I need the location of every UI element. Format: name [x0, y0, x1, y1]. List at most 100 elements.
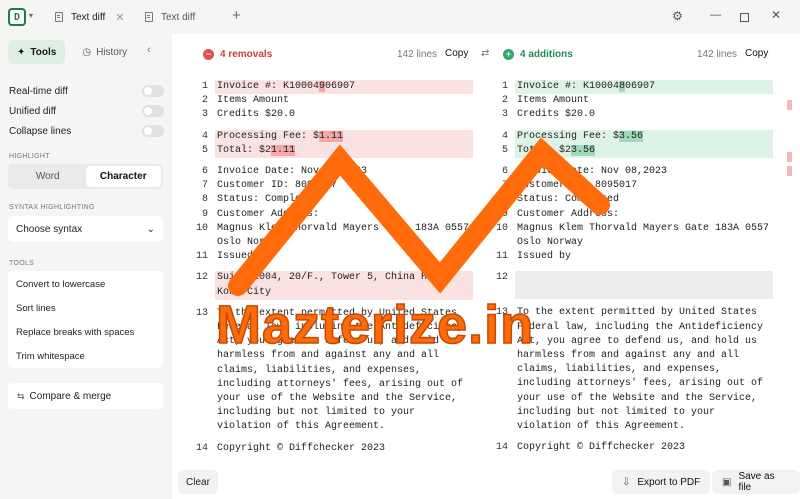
diff-line[interactable]: 8 Status: Completed — [493, 193, 773, 207]
tool-trim-whitespace[interactable]: Trim whitespace — [16, 351, 85, 362]
line-text: Invoice Date: Nov 08,2023 — [215, 165, 473, 179]
tool-convert-lowercase[interactable]: Convert to lowercase — [16, 279, 105, 290]
diff-line[interactable]: 5 Total: $23.56 — [493, 143, 773, 159]
removed-line-text: Total: $21.11 — [215, 143, 473, 159]
diff-line[interactable]: 10 Magnus Klem Thorvald Mayers Gate 183A … — [493, 222, 773, 250]
text-segment: Processing Fee: $ — [217, 130, 320, 142]
diff-line[interactable]: 10 Magnus Klem Thorvald Mayers Gate 183A … — [193, 222, 473, 250]
text-segment: Credits $20.0 — [217, 109, 296, 121]
close-tab-icon[interactable]: ✕ — [115, 11, 124, 24]
new-tab-button[interactable]: + — [232, 7, 241, 24]
tool-replace-breaks[interactable]: Replace breaks with spaces — [16, 327, 134, 338]
additions-summary: 4 additions — [520, 48, 573, 60]
right-diff-pane[interactable]: 1 Invoice #: K10004806907 2 Items Amount 3 Cr… — [493, 80, 773, 455]
syntax-select[interactable]: Choose syntax ⌄ — [8, 216, 163, 242]
diff-line[interactable]: 14 Copyright © Diffchecker 2023 — [493, 441, 773, 455]
tools-list: Convert to lowercase Sort lines Replace … — [8, 271, 163, 368]
minimize-button[interactable]: — — [710, 9, 721, 21]
line-text: Copyright © Diffchecker 2023 — [515, 441, 773, 455]
tab-text-diff-2[interactable]: Text diff — [145, 8, 195, 26]
left-pane-header: − 4 removals — [203, 44, 272, 64]
changed-chars: 3.56 — [571, 144, 596, 156]
line-text: Issued by — [515, 250, 773, 264]
unified-diff-switch[interactable] — [142, 105, 164, 117]
diff-line[interactable]: 3 Credits $20.0 — [493, 108, 773, 122]
toggle-label: Unified diff — [9, 105, 57, 117]
compare-merge-button[interactable]: ⇆ Compare & merge — [8, 383, 163, 409]
line-number: 14 — [195, 442, 208, 454]
line-number: 4 — [501, 130, 508, 142]
diff-line[interactable]: 8 Status: Completed — [193, 193, 473, 207]
line-number: 14 — [495, 442, 508, 454]
line-text: Credits $20.0 — [515, 108, 773, 122]
diff-line[interactable]: 1 Invoice #: K10004806907 — [493, 80, 773, 95]
diff-line[interactable]: 11 Issued by — [493, 250, 773, 264]
text-segment: Customer ID: 8095017 — [517, 180, 638, 192]
text-segment: Customer Address: — [217, 208, 320, 220]
diff-line[interactable]: 3 Credits $20.0 — [193, 108, 473, 122]
diff-line[interactable]: 4 Processing Fee: $1.11 — [193, 129, 473, 144]
line-text: Status: Completed — [215, 193, 473, 207]
clear-button[interactable]: Clear — [178, 470, 218, 494]
syntax-select-value: Choose syntax — [16, 223, 83, 235]
toggle-collapse-lines[interactable]: Collapse lines — [9, 123, 164, 139]
compare-icon: ⇆ — [17, 390, 25, 401]
line-number: 10 — [195, 222, 208, 234]
diff-line[interactable]: 2 Items Amount — [493, 94, 773, 108]
maximize-button[interactable] — [740, 13, 749, 22]
left-copy-button[interactable]: Copy — [445, 48, 468, 59]
diff-line[interactable]: 6 Invoice Date: Nov 08,2023 — [493, 165, 773, 179]
collapse-lines-switch[interactable] — [142, 125, 164, 137]
save-file-button[interactable]: ▣ Save as file — [712, 470, 800, 494]
changed-chars: 3.56 — [619, 130, 644, 142]
toggle-unified-diff[interactable]: Unified diff — [9, 103, 164, 119]
diff-line[interactable]: 5 Total: $21.11 — [193, 143, 473, 159]
line-text: Customer Address: — [215, 208, 473, 222]
line-number: 3 — [201, 109, 208, 121]
text-segment: Status: Completed — [217, 194, 320, 206]
swap-icon[interactable]: ⇄ — [481, 48, 489, 59]
text-segment: Items Amount — [217, 95, 290, 107]
realtime-diff-switch[interactable] — [142, 85, 164, 97]
line-text: Items Amount — [215, 94, 473, 108]
text-segment: Copyright © Diffchecker 2023 — [217, 442, 386, 454]
diff-line[interactable]: 1 Invoice #: K10004906907 — [193, 80, 473, 95]
diff-line[interactable]: 14 Copyright © Diffchecker 2023 — [193, 442, 473, 456]
collapse-sidebar-icon[interactable]: ‹ — [147, 44, 151, 56]
line-number: 7 — [501, 180, 508, 192]
app-logo-icon[interactable]: D — [8, 8, 26, 26]
chevron-down-icon[interactable]: ▾ — [29, 11, 33, 20]
diff-line[interactable]: 6 Invoice Date: Nov 08,2023 — [193, 165, 473, 179]
tool-sort-lines[interactable]: Sort lines — [16, 303, 56, 314]
sidebar-tabs: ✦ Tools ◷ History — [8, 40, 136, 64]
export-pdf-button[interactable]: ⇩ Export to PDF — [612, 470, 711, 494]
settings-gear-icon[interactable]: ⚙ — [672, 9, 683, 23]
right-copy-button[interactable]: Copy — [745, 48, 768, 59]
line-number: 8 — [201, 194, 208, 206]
diff-line[interactable]: 9 Customer Address: — [493, 208, 773, 222]
highlight-character-option[interactable]: Character — [85, 166, 161, 187]
tab-history[interactable]: ◷ History — [73, 40, 136, 64]
toggle-realtime-diff[interactable]: Real-time diff — [9, 83, 164, 99]
tab-tools[interactable]: ✦ Tools — [8, 40, 66, 64]
diff-line[interactable]: 11 Issued by — [193, 250, 473, 264]
left-diff-pane[interactable]: 1 Invoice #: K10004906907 2 Items Amount 3 Cr… — [193, 80, 473, 456]
close-window-button[interactable]: ✕ — [771, 8, 781, 22]
watermark-text: Mazterize.in — [215, 294, 535, 356]
diff-line[interactable]: 7 Customer ID: 8095017 — [493, 179, 773, 193]
diff-line[interactable]: 9 Customer Address: — [193, 208, 473, 222]
line-number: 13 — [195, 307, 208, 319]
diff-line[interactable]: 2 Items Amount — [193, 94, 473, 108]
text-segment: Invoice Date: Nov 08,2023 — [217, 166, 368, 178]
removed-line-text: Invoice #: K10004906907 — [215, 80, 473, 95]
diff-line[interactable]: 7 Customer ID: 8095017 — [193, 179, 473, 193]
line-number: 6 — [201, 166, 208, 178]
line-number: 1 — [201, 81, 208, 92]
text-segment: Magnus Klem Thorvald Mayers Gate 183A 05… — [217, 222, 476, 249]
diff-minimap[interactable] — [787, 100, 792, 180]
line-number: 2 — [501, 95, 508, 107]
tab-text-diff-1[interactable]: Text diff ✕ — [55, 8, 125, 26]
line-text: Items Amount — [515, 94, 773, 108]
diff-line[interactable]: 4 Processing Fee: $3.56 — [493, 129, 773, 144]
highlight-word-option[interactable]: Word — [10, 166, 86, 187]
